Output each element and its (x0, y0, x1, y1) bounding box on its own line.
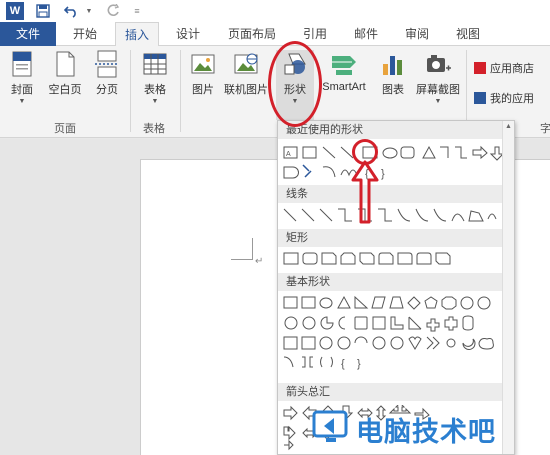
svg-text:}: } (357, 358, 361, 370)
cover-label: 封面 (11, 84, 33, 96)
blank-page-label: 空白页 (48, 84, 82, 96)
smartart-label: SmartArt (322, 81, 366, 93)
group-divider (180, 50, 181, 132)
screenshot-button[interactable]: 屏幕截图 ▼ (413, 50, 463, 105)
table-button[interactable]: 表格 ▼ (138, 50, 172, 105)
apps-group-label: 字 (540, 123, 550, 135)
my-apps-label: 我的应用 (490, 93, 534, 105)
customize-qat-icon[interactable]: ≡ (128, 2, 146, 20)
page-break-button[interactable]: 分页 (90, 50, 124, 97)
watermark: 电脑技术吧 (312, 408, 550, 448)
page-break-label: 分页 (96, 84, 118, 96)
recent-shapes-header: 最近使用的形状 (278, 121, 514, 139)
svg-text:{: { (341, 358, 345, 370)
screenshot-label: 屏幕截图 (416, 84, 460, 96)
ribbon-tabs: 文件 开始 插入 设计 页面布局 引用 邮件 审阅 视图 (0, 22, 550, 47)
tab-design[interactable]: 设计 (165, 22, 211, 46)
chevron-down-icon: ▼ (18, 98, 26, 105)
rectangles-header: 矩形 (278, 229, 514, 247)
cover-button[interactable]: 封面 ▼ (6, 50, 38, 105)
online-pictures-label: 联机图片 (224, 84, 268, 96)
chart-button[interactable]: 图表 (376, 50, 410, 97)
watermark-logo-icon (312, 410, 348, 442)
tab-home[interactable]: 开始 (62, 22, 108, 46)
store-icon (474, 62, 486, 74)
svg-text:A: A (286, 151, 291, 158)
red-arrow-icon (351, 160, 379, 224)
paragraph-mark: ↵ (255, 256, 264, 267)
arrows-header: 箭头总汇 (278, 383, 514, 401)
chart-icon (379, 50, 407, 78)
tables-group-label: 表格 (143, 123, 165, 135)
save-icon[interactable] (34, 2, 52, 20)
store-label: 应用商店 (490, 63, 534, 75)
tab-review[interactable]: 审阅 (395, 22, 439, 46)
tab-layout[interactable]: 页面布局 (218, 22, 286, 46)
cover-page-icon (8, 50, 36, 78)
my-apps-button[interactable]: 我的应用 (474, 90, 534, 106)
store-button[interactable]: 应用商店 (474, 60, 534, 76)
tab-insert[interactable]: 插入 (115, 22, 159, 47)
lines-row (283, 207, 503, 223)
word-app-icon: W (6, 2, 24, 20)
smartart-button[interactable]: SmartArt (318, 50, 370, 93)
shapes-gallery: 最近使用的形状 A { } 线条 矩形 基本形状 {} 箭头总汇 ▲ (277, 120, 515, 455)
watermark-text: 电脑技术吧 (356, 417, 496, 448)
title-bar: W ▼ ≡ (0, 0, 550, 22)
blank-page-button[interactable]: 空白页 (44, 50, 86, 97)
tab-mailings[interactable]: 邮件 (344, 22, 388, 46)
gallery-scrollbar[interactable]: ▲ (502, 121, 514, 454)
shapes-button-highlight (268, 41, 322, 127)
page-break-icon (93, 50, 121, 78)
table-label: 表格 (144, 84, 166, 96)
margin-marker (231, 238, 253, 260)
basic-shapes-grid: { } (283, 295, 503, 370)
tab-file[interactable]: 文件 (0, 22, 56, 46)
picture-button[interactable]: 图片 (186, 50, 220, 97)
picture-icon (189, 50, 217, 78)
recent-shapes-row: A { } (283, 145, 505, 180)
screenshot-icon (424, 50, 452, 78)
online-pictures-icon (232, 50, 260, 78)
group-divider (130, 50, 131, 132)
chevron-down-icon: ▼ (434, 98, 442, 105)
tab-view[interactable]: 视图 (446, 22, 490, 46)
undo-dropdown-icon[interactable]: ▼ (80, 2, 98, 20)
my-apps-icon (474, 92, 486, 104)
pages-group-label: 页面 (54, 123, 76, 135)
scroll-up-icon[interactable]: ▲ (505, 123, 512, 130)
online-pictures-button[interactable]: 联机图片 (224, 50, 268, 97)
chevron-down-icon: ▼ (151, 98, 159, 105)
chart-label: 图表 (382, 84, 404, 96)
picture-label: 图片 (192, 84, 214, 96)
svg-text:}: } (381, 168, 385, 180)
lines-header: 线条 (278, 185, 514, 203)
basic-shapes-header: 基本形状 (278, 273, 514, 291)
rectangles-row (283, 251, 503, 267)
undo-icon[interactable] (62, 2, 80, 20)
smartart-icon (330, 50, 358, 78)
table-icon (141, 50, 169, 78)
redo-icon[interactable] (104, 2, 122, 20)
blank-page-icon (51, 50, 79, 78)
